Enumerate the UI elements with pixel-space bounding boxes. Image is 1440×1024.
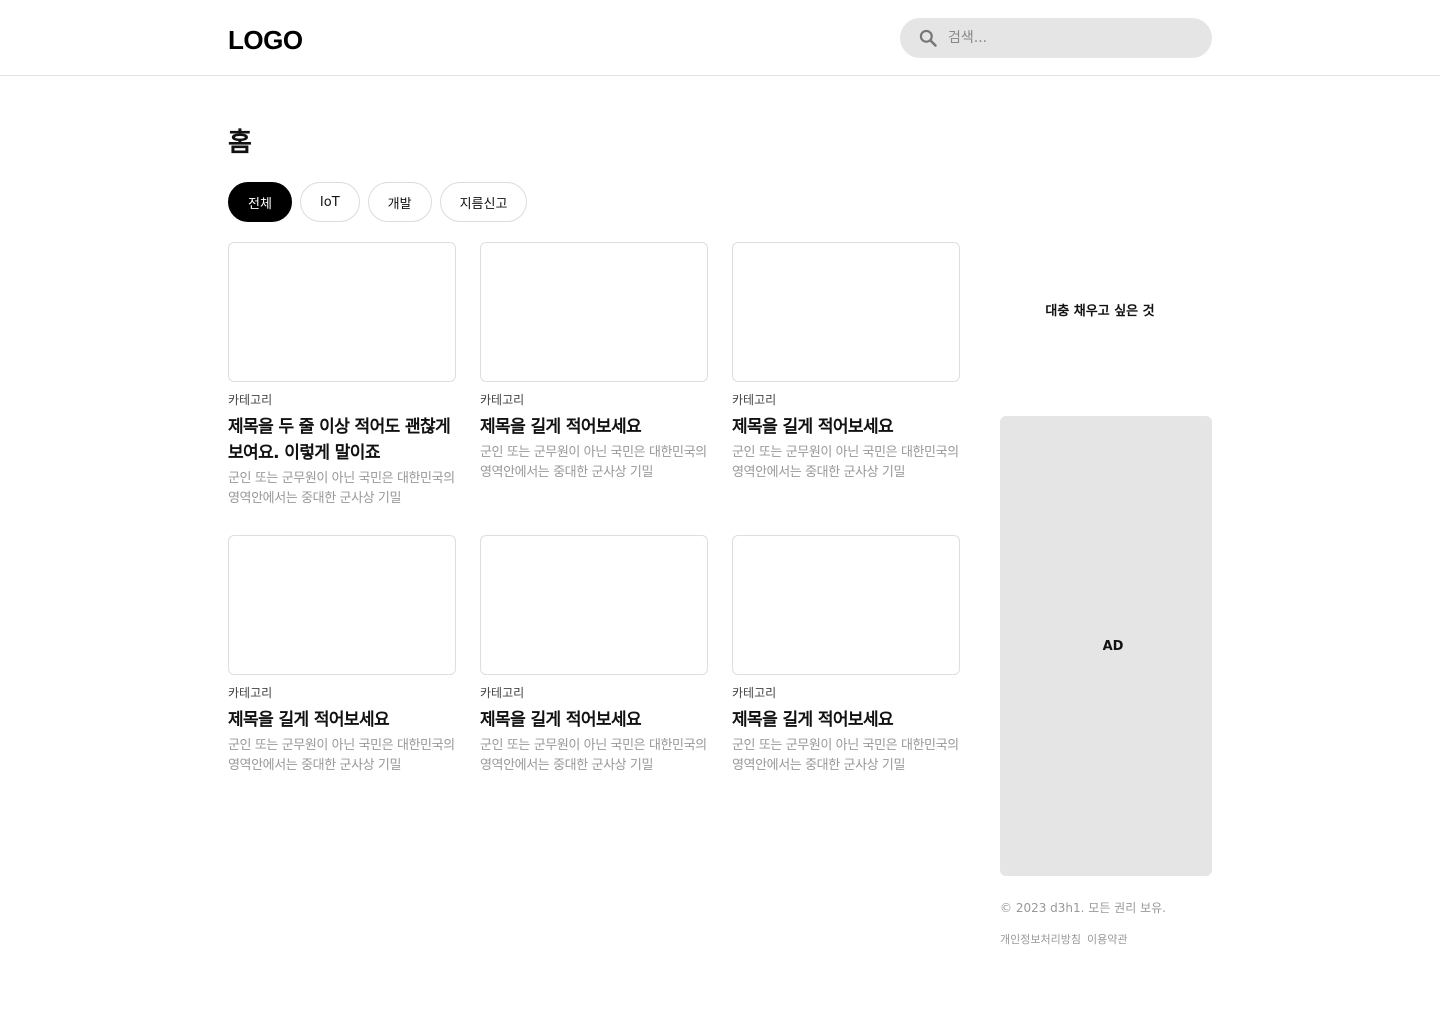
site-header: LOGO [0,0,1440,76]
page-title: 홈 [228,128,252,158]
post-category: 카테고리 [480,686,525,700]
post-thumbnail[interactable] [228,535,456,675]
search-icon [919,29,937,47]
post-title[interactable]: 제목을 두 줄 이상 적어도 괜찮게 보여요. 이렇게 말이죠 [228,414,456,466]
post-thumbnail[interactable] [732,535,960,675]
ad-banner[interactable]: AD [1000,416,1212,876]
post-card[interactable]: 카테고리 제목을 길게 적어보세요 군인 또는 군무원이 아닌 국민은 대한민국… [732,535,960,776]
sidebar-note: 대충 채우고 싶은 것 [1045,304,1155,319]
category-tabs: 전체 IoT 개발 지름신고 [228,182,528,222]
copyright-text: © 2023 d3h1. 모든 권리 보유. [1000,901,1166,915]
post-title[interactable]: 제목을 길게 적어보세요 [732,414,960,440]
post-card[interactable]: 카테고리 제목을 길게 적어보세요 군인 또는 군무원이 아닌 국민은 대한민국… [228,535,456,776]
search-input[interactable] [948,18,1198,58]
post-title[interactable]: 제목을 길게 적어보세요 [228,707,456,733]
tab-iot[interactable]: IoT [299,182,360,222]
post-title[interactable]: 제목을 길게 적어보세요 [480,707,708,733]
post-card[interactable]: 카테고리 제목을 길게 적어보세요 군인 또는 군무원이 아닌 국민은 대한민국… [732,242,960,509]
post-description: 군인 또는 군무원이 아닌 국민은 대한민국의 영역안에서는 중대한 군사상 기… [228,471,455,506]
post-description: 군인 또는 군무원이 아닌 국민은 대한민국의 영역안에서는 중대한 군사상 기… [228,738,455,773]
post-category: 카테고리 [732,393,777,407]
post-title[interactable]: 제목을 길게 적어보세요 [732,707,960,733]
ad-label: AD [1102,638,1124,654]
post-card[interactable]: 카테고리 제목을 길게 적어보세요 군인 또는 군무원이 아닌 국민은 대한민국… [480,242,708,509]
post-description: 군인 또는 군무원이 아닌 국민은 대한민국의 영역안에서는 중대한 군사상 기… [480,445,707,480]
post-thumbnail[interactable] [480,535,708,675]
post-category: 카테고리 [228,393,273,407]
tab-dev[interactable]: 개발 [367,182,432,222]
post-description: 군인 또는 군무원이 아닌 국민은 대한민국의 영역안에서는 중대한 군사상 기… [732,445,959,480]
post-card[interactable]: 카테고리 제목을 길게 적어보세요 군인 또는 군무원이 아닌 국민은 대한민국… [480,535,708,776]
post-description: 군인 또는 군무원이 아닌 국민은 대한민국의 영역안에서는 중대한 군사상 기… [732,738,959,773]
logo[interactable]: LOGO [228,24,303,56]
post-grid: 카테고리 제목을 두 줄 이상 적어도 괜찮게 보여요. 이렇게 말이죠 군인 … [228,242,960,776]
post-card[interactable]: 카테고리 제목을 두 줄 이상 적어도 괜찮게 보여요. 이렇게 말이죠 군인 … [228,242,456,509]
post-category: 카테고리 [228,686,273,700]
post-category: 카테고리 [732,686,777,700]
tab-deals[interactable]: 지름신고 [439,182,528,222]
tab-all[interactable]: 전체 [228,182,292,222]
post-title[interactable]: 제목을 길게 적어보세요 [480,414,708,440]
post-thumbnail[interactable] [732,242,960,382]
post-thumbnail[interactable] [228,242,456,382]
post-thumbnail[interactable] [480,242,708,382]
terms-of-use-link[interactable]: 이용약관 [1087,930,1127,950]
post-description: 군인 또는 군무원이 아닌 국민은 대한민국의 영역안에서는 중대한 군사상 기… [480,738,707,773]
search-bar[interactable] [900,18,1212,58]
post-category: 카테고리 [480,393,525,407]
footer-links: 개인정보처리방침 이용약관 [1000,930,1127,950]
privacy-policy-link[interactable]: 개인정보처리방침 [1000,930,1081,950]
